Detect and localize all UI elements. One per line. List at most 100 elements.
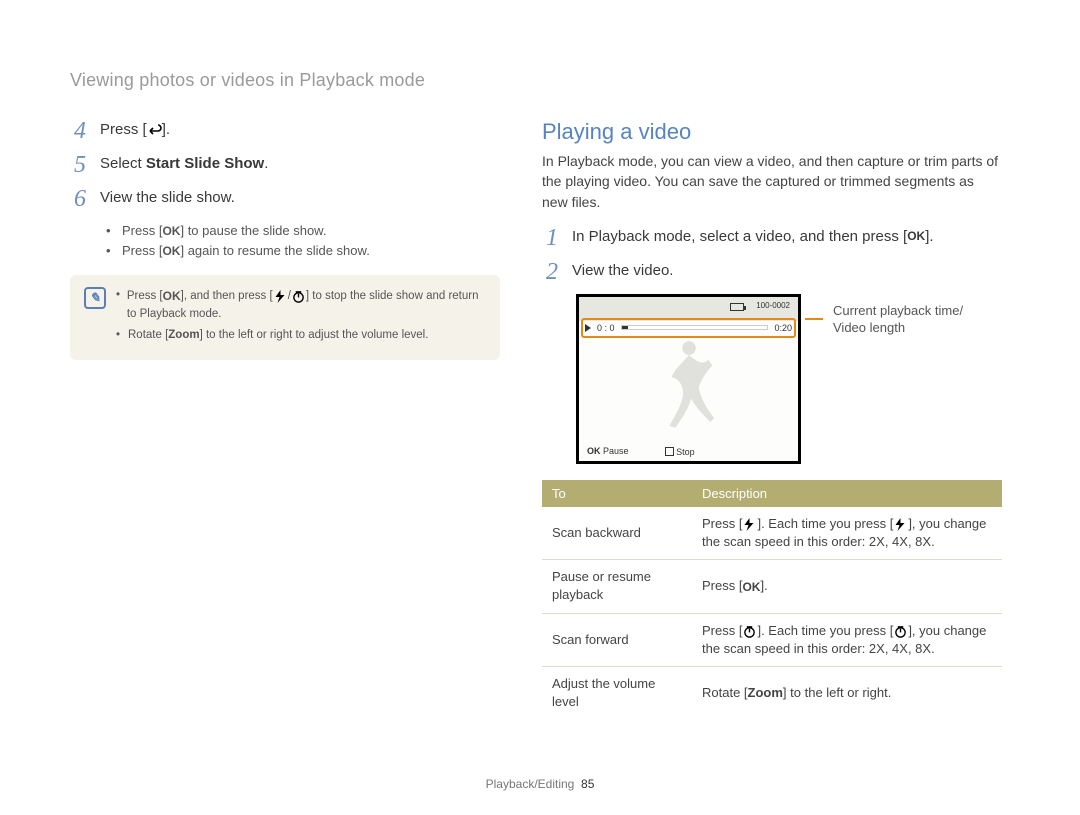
left-column: 4 Press []. 5 Select Start Slide Show. 6… bbox=[70, 119, 500, 719]
intro-paragraph: In Playback mode, you can view a video, … bbox=[542, 151, 1002, 212]
step-number: 5 bbox=[70, 153, 90, 177]
ok-icon: OK bbox=[163, 287, 181, 305]
flash-icon bbox=[893, 518, 908, 531]
bullet-icon: • bbox=[116, 287, 121, 323]
note-icon: ✎ bbox=[84, 287, 106, 309]
bullet-icon: • bbox=[106, 221, 114, 241]
text: ]. Each time you press [ bbox=[757, 623, 893, 638]
row-desc: Press []. Each time you press [], you ch… bbox=[692, 613, 1002, 666]
step-number: 6 bbox=[70, 187, 90, 211]
timer-icon bbox=[291, 290, 306, 303]
flash-icon bbox=[273, 290, 288, 303]
list-item: • Press [OK] to pause the slide show. bbox=[106, 221, 500, 241]
row-label: Adjust the volume level bbox=[542, 667, 692, 720]
section-heading: Playing a video bbox=[542, 119, 1002, 145]
dancer-silhouette-icon bbox=[654, 337, 724, 437]
step-4: 4 Press []. bbox=[70, 119, 500, 143]
step-2: 2 View the video. bbox=[542, 260, 1002, 284]
bullet-icon: • bbox=[116, 327, 122, 344]
bullet-icon: • bbox=[106, 241, 114, 261]
battery-icon bbox=[730, 303, 744, 311]
row-desc: Press []. Each time you press [], you ch… bbox=[692, 507, 1002, 560]
stop-icon bbox=[665, 447, 674, 456]
text: ] to the left or right to adjust the vol… bbox=[200, 329, 429, 341]
row-label: Scan forward bbox=[542, 613, 692, 666]
text: In Playback mode, select a video, and th… bbox=[572, 228, 907, 245]
text: ] to pause the slide show. bbox=[180, 223, 326, 238]
timer-icon bbox=[742, 625, 757, 638]
text: ]. Each time you press [ bbox=[757, 516, 893, 531]
text: ] again to resume the slide show. bbox=[180, 243, 369, 258]
breadcrumb: Viewing photos or videos in Playback mod… bbox=[70, 70, 1010, 91]
table-row: Scan forward Press [ ]. Each time you pre… bbox=[542, 613, 1002, 666]
leader-line bbox=[811, 310, 823, 326]
ok-icon: OK bbox=[907, 228, 925, 245]
step-6: 6 View the slide show. bbox=[70, 187, 500, 211]
text: ], and then press [ bbox=[181, 290, 273, 302]
text-strong: Zoom bbox=[168, 329, 199, 341]
text-strong: Start Slide Show bbox=[146, 155, 264, 172]
step-text: View the video. bbox=[572, 260, 673, 282]
table-header-row: To Description bbox=[542, 480, 1002, 507]
text-strong: Zoom bbox=[748, 685, 783, 700]
table-row: Pause or resume playback Press [OK]. bbox=[542, 560, 1002, 613]
step-number: 1 bbox=[542, 226, 562, 250]
list-item: • Press [OK] again to resume the slide s… bbox=[106, 241, 500, 261]
table-row: Adjust the volume level Rotate [Zoom] to… bbox=[542, 667, 1002, 720]
page-number: 85 bbox=[581, 777, 594, 791]
text: Press [ bbox=[122, 243, 162, 258]
note-box: ✎ • Press [OK], and then press [/] to st… bbox=[70, 275, 500, 360]
footer-section: Playback/Editing bbox=[486, 777, 575, 791]
text: . bbox=[264, 155, 268, 172]
step-number: 2 bbox=[542, 260, 562, 284]
ok-icon: OK bbox=[162, 222, 180, 241]
pause-label: Pause bbox=[603, 446, 629, 456]
text: ]. bbox=[925, 228, 933, 245]
text: Press [ bbox=[702, 516, 742, 531]
row-label: Pause or resume playback bbox=[542, 560, 692, 613]
ok-icon: OK bbox=[587, 446, 601, 456]
camera-screen: 100-0002 0 : 0 0:20 OK Pause Stop bbox=[576, 294, 801, 464]
highlight-box bbox=[581, 318, 796, 338]
text: Video length bbox=[833, 320, 905, 335]
row-desc: Press [OK]. bbox=[692, 560, 1002, 613]
screenshot-with-annotation: 100-0002 0 : 0 0:20 OK Pause Stop bbox=[576, 294, 1002, 464]
text: Press [ bbox=[100, 121, 147, 138]
text: Rotate [ bbox=[702, 685, 748, 700]
table-row: Scan backward Press [ ]. Each time you pr… bbox=[542, 507, 1002, 560]
list-item: • Press [OK], and then press [/] to stop… bbox=[116, 287, 488, 323]
text: ] to the left or right. bbox=[783, 685, 891, 700]
controls-table: To Description Scan backward Press [ ]. E… bbox=[542, 480, 1002, 720]
step-5: 5 Select Start Slide Show. bbox=[70, 153, 500, 177]
annotation-text: Current playback time/ Video length bbox=[833, 302, 963, 337]
text: ]. bbox=[162, 121, 170, 138]
step-1: 1 In Playback mode, select a video, and … bbox=[542, 226, 1002, 250]
step-text: Select Start Slide Show. bbox=[100, 153, 268, 175]
text: Press [ bbox=[702, 623, 742, 638]
text: Press [ bbox=[127, 290, 163, 302]
flash-icon bbox=[742, 518, 757, 531]
timer-icon bbox=[893, 625, 908, 638]
text: Rotate [ bbox=[128, 329, 168, 341]
text: Select bbox=[100, 155, 146, 172]
text: ]. bbox=[760, 578, 767, 593]
text: Press [ bbox=[122, 223, 162, 238]
step-text: Press []. bbox=[100, 119, 170, 141]
table-header: To bbox=[542, 480, 692, 507]
ok-icon: OK bbox=[162, 242, 180, 261]
row-label: Scan backward bbox=[542, 507, 692, 560]
back-icon bbox=[147, 124, 162, 137]
ok-icon: OK bbox=[742, 579, 760, 596]
row-desc: Rotate [Zoom] to the left or right. bbox=[692, 667, 1002, 720]
step-text: View the slide show. bbox=[100, 187, 235, 209]
table-header: Description bbox=[692, 480, 1002, 507]
text: Current playback time/ bbox=[833, 303, 963, 318]
list-item: • Rotate [Zoom] to the left or right to … bbox=[116, 327, 488, 344]
step-text: In Playback mode, select a video, and th… bbox=[572, 226, 934, 248]
step-number: 4 bbox=[70, 119, 90, 143]
page-footer: Playback/Editing 85 bbox=[0, 777, 1080, 791]
substeps: • Press [OK] to pause the slide show. • … bbox=[106, 221, 500, 261]
right-column: Playing a video In Playback mode, you ca… bbox=[542, 119, 1002, 719]
stop-label: Stop bbox=[676, 447, 695, 457]
text: Press [ bbox=[702, 578, 742, 593]
